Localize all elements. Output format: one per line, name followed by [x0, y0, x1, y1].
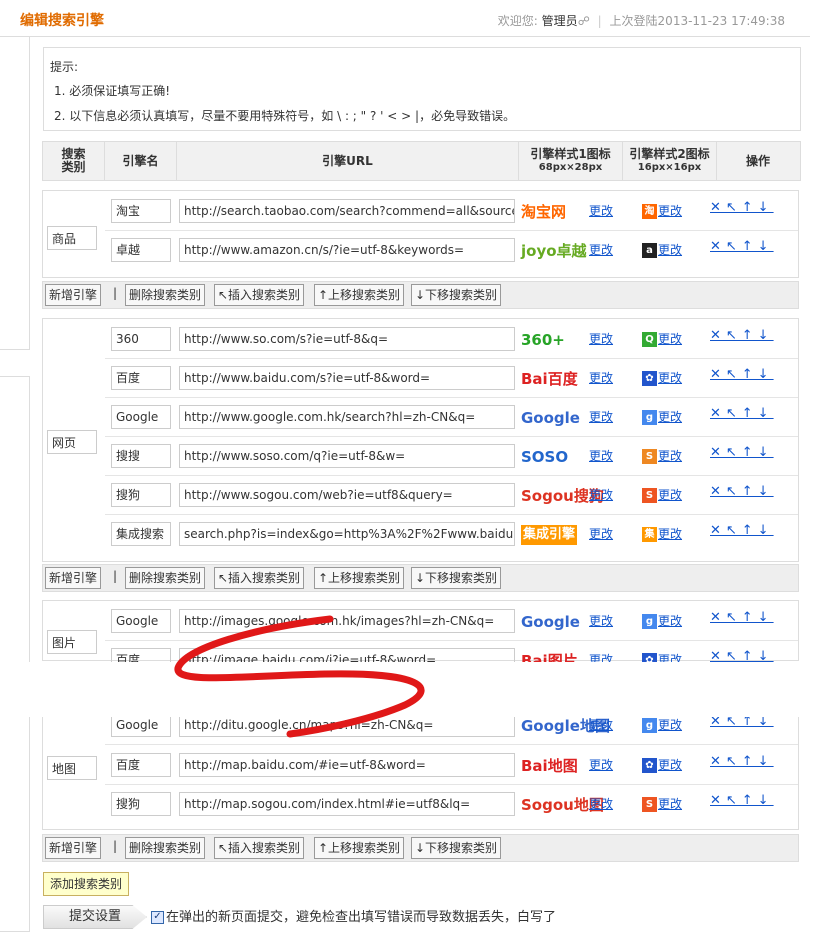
red-annotation-stroke	[174, 615, 425, 738]
